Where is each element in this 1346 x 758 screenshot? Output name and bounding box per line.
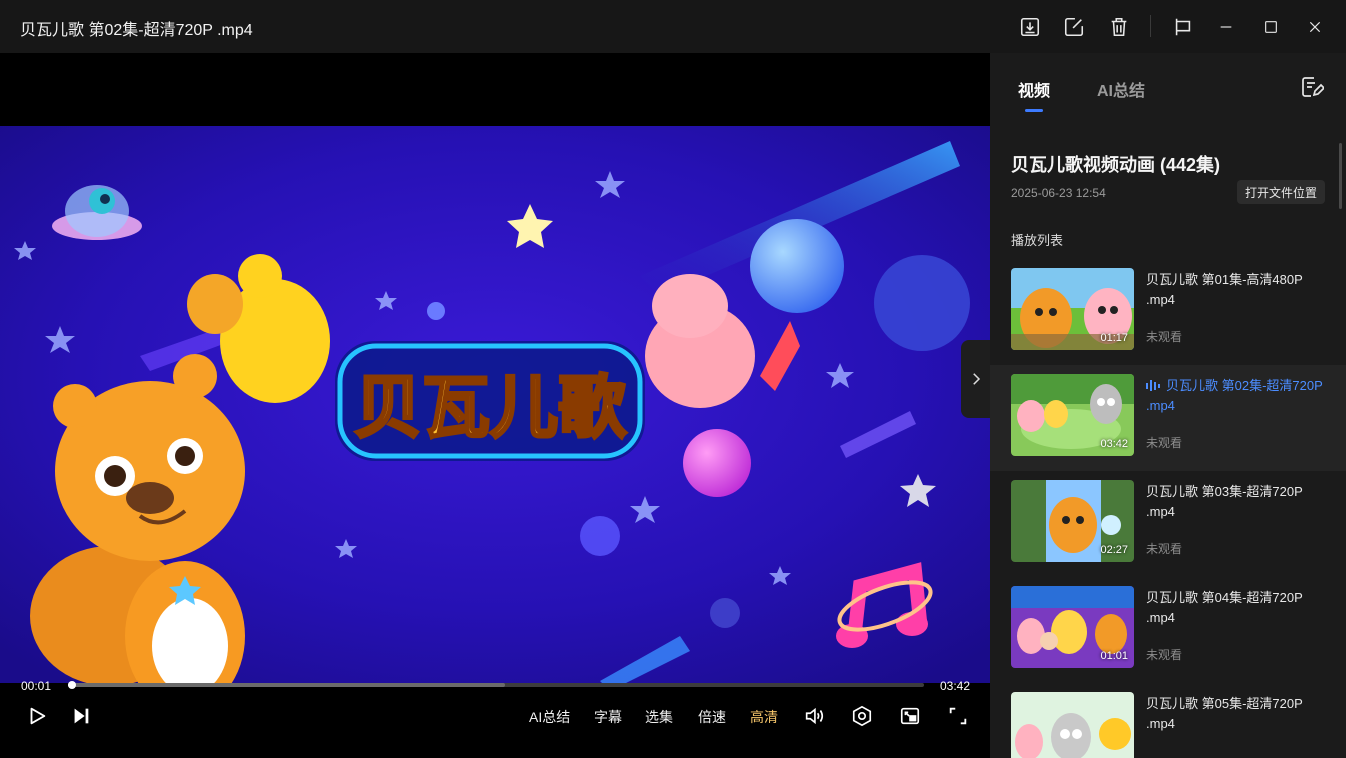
edit-icon[interactable]	[1060, 13, 1088, 41]
tab-ai-summary[interactable]: AI总结	[1097, 77, 1145, 101]
watch-status: 未观看	[1146, 648, 1183, 662]
thumbnail-duration: 01:17	[1100, 332, 1128, 344]
now-playing-icon	[1146, 380, 1160, 391]
next-icon[interactable]	[68, 703, 94, 729]
progress-bar[interactable]	[68, 681, 924, 689]
subtitles-button[interactable]: 字幕	[594, 707, 622, 727]
video-thumbnail: 01:01	[1011, 586, 1134, 668]
thumbnail-duration: 01:01	[1100, 650, 1128, 662]
video-thumbnail: 02:27	[1011, 480, 1134, 562]
tab-video[interactable]: 视频	[1018, 77, 1050, 101]
notes-icon[interactable]	[1300, 75, 1326, 99]
ai-summary-button[interactable]: AI总结	[529, 707, 570, 727]
video-frame-illustration: 贝瓦儿歌	[0, 126, 990, 683]
playlist-label: 播放列表	[1011, 233, 1064, 248]
playlist-item-title-text: 贝瓦儿歌 第02集-超清720P .mp4	[1146, 378, 1323, 413]
picture-in-picture-icon[interactable]	[897, 703, 923, 729]
window-title: 贝瓦儿歌 第02集-超清720P .mp4	[20, 22, 253, 39]
video-thumbnail: 03:42	[1011, 374, 1134, 456]
title-bar: 贝瓦儿歌 第02集-超清720P .mp4	[0, 0, 1346, 53]
playlist-item-title: 贝瓦儿歌 第01集-高清480P .mp4	[1146, 272, 1303, 307]
active-tab-indicator	[1025, 109, 1043, 112]
playlist-item[interactable]: 01:17 贝瓦儿歌 第01集-高清480P .mp4 未观看	[990, 259, 1346, 365]
chevron-right-icon	[972, 373, 980, 385]
series-title: 贝瓦儿歌视频动画 (442集)	[1011, 155, 1221, 175]
close-icon[interactable]	[1301, 13, 1329, 41]
duration-time: 03:42	[939, 679, 970, 693]
watch-status: 未观看	[1146, 330, 1183, 344]
title-bar-divider	[1150, 15, 1151, 37]
delete-icon[interactable]	[1105, 13, 1133, 41]
series-date: 2025-06-23 12:54	[1011, 186, 1106, 200]
playlist-item-current[interactable]: 03:42 贝瓦儿歌 第02集-超清720P .mp4 未观看	[990, 365, 1346, 471]
volume-icon[interactable]	[801, 703, 827, 729]
maximize-icon[interactable]	[1257, 13, 1285, 41]
open-file-location-button[interactable]: 打开文件位置	[1237, 180, 1325, 204]
playlist-item-title: 贝瓦儿歌 第05集-超清720P .mp4	[1146, 696, 1303, 731]
progress-handle[interactable]	[68, 681, 77, 689]
playlist-item-title: 贝瓦儿歌 第04集-超清720P .mp4	[1146, 590, 1303, 625]
playlist-item[interactable]: 贝瓦儿歌 第05集-超清720P .mp4	[990, 683, 1346, 758]
current-time: 00:01	[21, 679, 52, 693]
thumbnail-duration: 02:27	[1100, 544, 1128, 556]
video-thumbnail	[1011, 692, 1134, 758]
fullscreen-icon[interactable]	[945, 703, 971, 729]
settings-icon[interactable]	[849, 703, 875, 729]
playlist-item-title: 贝瓦儿歌 第02集-超清720P .mp4	[1146, 376, 1328, 416]
buffer-bar	[68, 683, 505, 687]
thumbnail-duration: 03:42	[1100, 438, 1128, 450]
playlist-item[interactable]: 02:27 贝瓦儿歌 第03集-超清720P .mp4 未观看	[990, 471, 1346, 577]
playlist-item-title: 贝瓦儿歌 第03集-超清720P .mp4	[1146, 484, 1303, 519]
watch-status: 未观看	[1146, 436, 1183, 450]
minimize-icon[interactable]	[1212, 13, 1240, 41]
video-player[interactable]: 贝瓦儿歌 00:01 03:42 AI总结 字幕 选集 倍速 高清	[0, 53, 990, 758]
speed-button[interactable]: 倍速	[698, 707, 726, 727]
playlist-item[interactable]: 01:01 贝瓦儿歌 第04集-超清720P .mp4 未观看	[990, 577, 1346, 683]
watch-status: 未观看	[1146, 542, 1183, 556]
video-logo-text: 贝瓦儿歌	[354, 369, 627, 448]
video-thumbnail: 01:17	[1011, 268, 1134, 350]
collapse-sidebar-button[interactable]	[961, 340, 990, 418]
quality-button[interactable]: 高清	[750, 707, 778, 727]
pin-icon[interactable]	[1169, 13, 1197, 41]
video-frame[interactable]: 贝瓦儿歌	[0, 126, 990, 683]
episodes-button[interactable]: 选集	[645, 707, 673, 727]
sidebar-scrollbar[interactable]	[1339, 143, 1342, 209]
play-icon[interactable]	[24, 703, 50, 729]
sidebar: 视频 AI总结 贝瓦儿歌视频动画 (442集) 2025-06-23 12:54…	[990, 53, 1346, 758]
download-icon[interactable]	[1016, 13, 1044, 41]
